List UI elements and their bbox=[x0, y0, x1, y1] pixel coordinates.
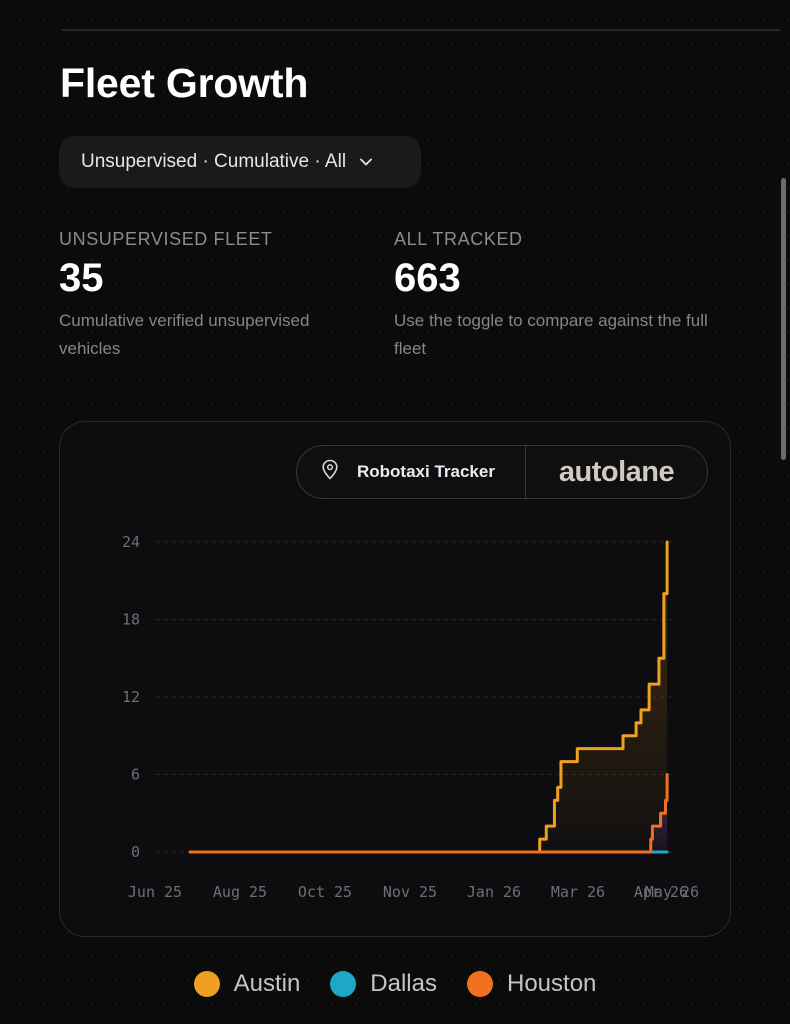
filter-dropdown[interactable]: Unsupervised · Cumulative · All bbox=[59, 136, 421, 188]
legend-label: Dallas bbox=[370, 970, 437, 997]
y-tick-label: 24 bbox=[122, 533, 140, 551]
autolane-logo[interactable]: autolane bbox=[526, 446, 707, 498]
brand-badge[interactable]: Robotaxi Tracker autolane bbox=[296, 445, 708, 499]
stat-unsupervised-fleet: UNSUPERVISED FLEET 35 Cumulative verifie… bbox=[59, 229, 359, 363]
y-tick-label: 12 bbox=[122, 688, 140, 706]
stat-value: 35 bbox=[59, 256, 104, 300]
stat-all-tracked: ALL TRACKED 663 Use the toggle to compar… bbox=[394, 229, 734, 363]
y-tick-label: 6 bbox=[131, 766, 140, 784]
chart-card: 0 6 12 18 24 Jun 25 Aug 25 Oct 25 Nov 25 Jan 26 Ma… bbox=[59, 421, 731, 937]
chart-legend: Austin Dallas Houston bbox=[0, 970, 790, 998]
chevron-down-icon bbox=[358, 154, 374, 170]
x-tick-label: Jan 26 bbox=[467, 883, 521, 901]
map-pin-icon bbox=[321, 459, 339, 486]
y-tick-label: 0 bbox=[131, 843, 140, 861]
scrollbar[interactable] bbox=[781, 178, 786, 460]
legend-swatch bbox=[330, 971, 357, 997]
y-tick-label: 18 bbox=[122, 611, 140, 629]
x-tick-label: Nov 25 bbox=[383, 883, 437, 901]
stat-label: UNSUPERVISED FLEET bbox=[59, 229, 273, 249]
logo-text: autolane bbox=[558, 455, 675, 488]
legend-item-houston[interactable]: Houston bbox=[467, 970, 596, 998]
legend-swatch bbox=[193, 971, 220, 997]
x-tick-label: Jun 25 bbox=[128, 883, 182, 901]
stat-description: Cumulative verified unsupervised vehicle… bbox=[59, 311, 310, 358]
x-tick-label: Aug 25 bbox=[213, 883, 267, 901]
stat-value: 663 bbox=[394, 256, 461, 300]
tracker-label: Robotaxi Tracker bbox=[357, 462, 495, 481]
x-tick-label: May 26 bbox=[645, 883, 699, 901]
page-title: Fleet Growth bbox=[60, 60, 309, 106]
top-divider bbox=[62, 29, 780, 31]
legend-item-dallas[interactable]: Dallas bbox=[330, 970, 437, 998]
legend-label: Houston bbox=[507, 970, 597, 997]
legend-swatch bbox=[467, 971, 493, 997]
filter-label: Unsupervised · Cumulative · All bbox=[81, 151, 347, 172]
legend-label: Austin bbox=[233, 970, 301, 997]
stat-description: Use the toggle to compare against the fu… bbox=[394, 311, 708, 358]
legend-item-austin[interactable]: Austin bbox=[193, 970, 301, 998]
x-tick-label: Mar 26 bbox=[551, 883, 605, 901]
fleet-growth-chart: 0 6 12 18 24 Jun 25 Aug 25 Oct 25 Nov 25 Jan 26 Ma… bbox=[122, 533, 699, 901]
robotaxi-tracker-badge[interactable]: Robotaxi Tracker bbox=[297, 446, 526, 498]
x-tick-label: Oct 25 bbox=[298, 883, 352, 901]
stat-label: ALL TRACKED bbox=[394, 229, 523, 249]
